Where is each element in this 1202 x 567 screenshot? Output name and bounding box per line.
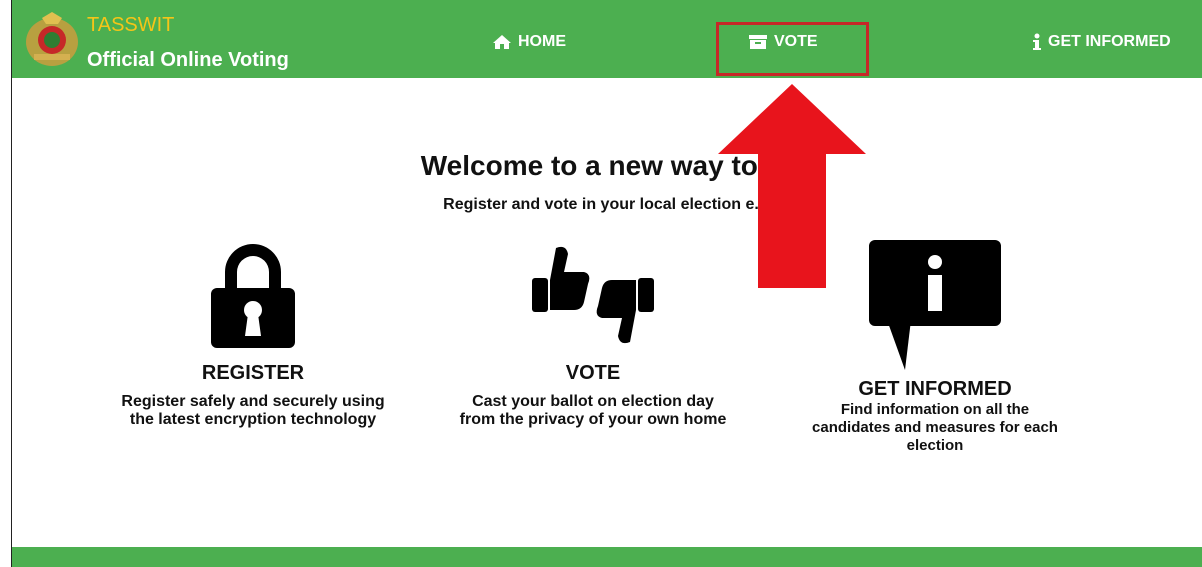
feature-description: Register safely and securely using the l…: [93, 393, 413, 429]
hero-subtitle: Register and vote in your local election…: [443, 196, 759, 213]
nav-home-label: HOME: [518, 33, 566, 50]
feature-title: VOTE: [565, 362, 621, 384]
info-icon: [1033, 33, 1041, 50]
feature-desc-line: the latest encryption technology: [129, 411, 377, 428]
brand-name[interactable]: TASSWIT: [87, 14, 174, 37]
hero-title: Welcome to a new way to v: [420, 150, 782, 181]
nav-home[interactable]: HOME: [492, 33, 566, 51]
feature-desc-line: Register safely and securely using: [121, 393, 385, 410]
feature-description: Cast your ballot on election day from th…: [433, 393, 753, 429]
feature-desc-line: from the privacy of your own home: [459, 411, 727, 428]
footer-bar: [12, 547, 1202, 567]
window-left-edge: [0, 0, 12, 567]
feature-title: REGISTER: [201, 362, 305, 384]
feature-register: REGISTER Register safely and securely us…: [93, 240, 413, 429]
feature-title: GET INFORMED: [858, 378, 1012, 400]
home-icon: [493, 35, 511, 49]
padlock-icon: [211, 244, 295, 348]
thumbs-up-down-icon: [532, 246, 654, 344]
feature-desc-line: Find information on all the: [840, 401, 1030, 418]
nav-get-informed-label: GET INFORMED: [1048, 33, 1171, 50]
info-speech-bubble-icon: [869, 240, 1001, 370]
red-up-arrow-icon: [718, 84, 866, 288]
vote-highlight-box: [716, 22, 869, 76]
feature-desc-line: Cast your ballot on election day: [472, 393, 714, 410]
coat-of-arms-emblem[interactable]: [24, 10, 80, 68]
feature-desc-line: election: [906, 437, 964, 454]
feature-description: Find information on all the candidates a…: [775, 401, 1095, 455]
feature-desc-line: candidates and measures for each: [812, 419, 1058, 436]
top-navbar: TASSWIT Official Online Voting HOME VOTE…: [12, 0, 1202, 78]
feature-vote: VOTE Cast your ballot on election day fr…: [433, 240, 753, 429]
nav-get-informed[interactable]: GET INFORMED: [1032, 33, 1171, 51]
brand-subtitle[interactable]: Official Online Voting: [87, 49, 289, 72]
